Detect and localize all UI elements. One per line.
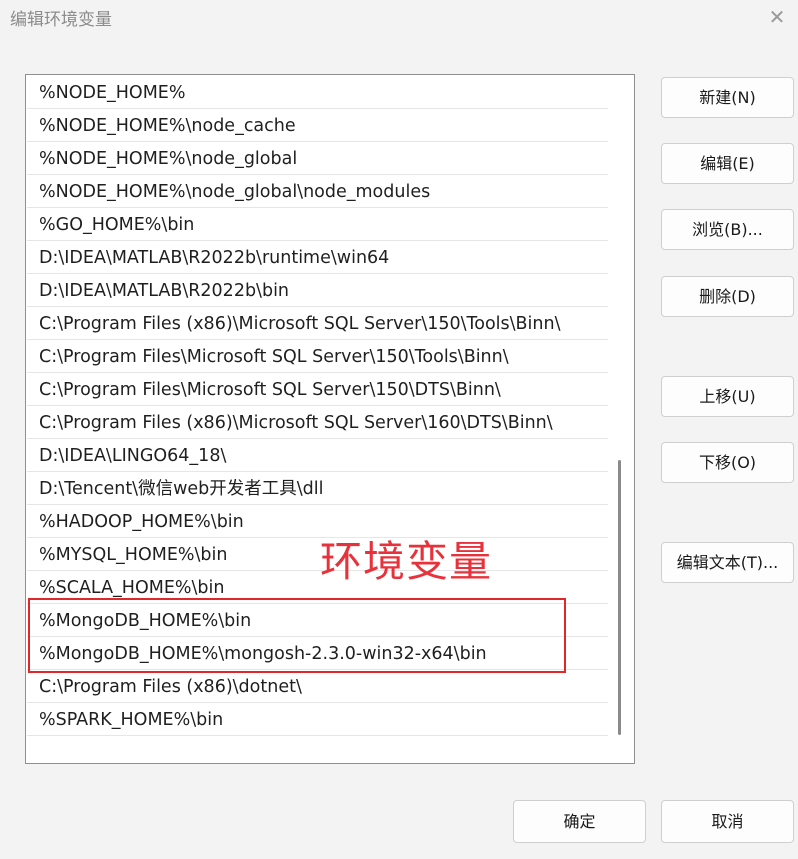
delete-button[interactable]: 删除(D) bbox=[661, 276, 794, 317]
ok-button[interactable]: 确定 bbox=[513, 800, 646, 843]
edit-button[interactable]: 编辑(E) bbox=[661, 143, 794, 184]
list-item[interactable]: %NODE_HOME%\node_global bbox=[27, 143, 608, 175]
vertical-scrollbar[interactable] bbox=[618, 460, 621, 735]
annotation-label: 环境变量 bbox=[320, 537, 493, 586]
list-item[interactable]: D:\IDEA\MATLAB\R2022b\runtime\win64 bbox=[27, 242, 608, 274]
browse-button[interactable]: 浏览(B)... bbox=[661, 209, 794, 250]
list-item[interactable]: %NODE_HOME% bbox=[27, 77, 608, 109]
list-item[interactable]: %SPARK_HOME%\bin bbox=[27, 704, 608, 736]
list-item[interactable]: C:\Program Files (x86)\Microsoft SQL Ser… bbox=[27, 308, 608, 340]
list-item[interactable]: %HADOOP_HOME%\bin bbox=[27, 506, 608, 538]
list-item[interactable]: C:\Program Files\Microsoft SQL Server\15… bbox=[27, 341, 608, 373]
move-up-button[interactable]: 上移(U) bbox=[661, 376, 794, 417]
list-item[interactable]: C:\Program Files\Microsoft SQL Server\15… bbox=[27, 374, 608, 406]
list-item[interactable]: %GO_HOME%\bin bbox=[27, 209, 608, 241]
list-item[interactable]: %NODE_HOME%\node_cache bbox=[27, 110, 608, 142]
move-down-button[interactable]: 下移(O) bbox=[661, 442, 794, 483]
window-title: 编辑环境变量 bbox=[10, 10, 112, 30]
new-button[interactable]: 新建(N) bbox=[661, 77, 794, 118]
path-variable-list[interactable]: %NODE_HOME% %NODE_HOME%\node_cache %NODE… bbox=[25, 74, 635, 764]
list-item[interactable]: C:\Program Files (x86)\Microsoft SQL Ser… bbox=[27, 407, 608, 439]
edit-text-button[interactable]: 编辑文本(T)... bbox=[661, 542, 794, 583]
list-item[interactable]: D:\IDEA\MATLAB\R2022b\bin bbox=[27, 275, 608, 307]
list-item[interactable]: %MYSQL_HOME%\bin bbox=[27, 539, 608, 571]
list-item[interactable]: %NODE_HOME%\node_global\node_modules bbox=[27, 176, 608, 208]
title-bar: 编辑环境变量 ✕ bbox=[0, 0, 798, 36]
annotation-highlight-box bbox=[28, 598, 566, 673]
list-item[interactable]: D:\IDEA\LINGO64_18\ bbox=[27, 440, 608, 472]
close-icon[interactable]: ✕ bbox=[764, 4, 790, 30]
cancel-button[interactable]: 取消 bbox=[661, 800, 794, 843]
list-item[interactable]: D:\Tencent\微信web开发者工具\dll bbox=[27, 473, 608, 505]
list-item[interactable]: C:\Program Files (x86)\dotnet\ bbox=[27, 671, 608, 703]
